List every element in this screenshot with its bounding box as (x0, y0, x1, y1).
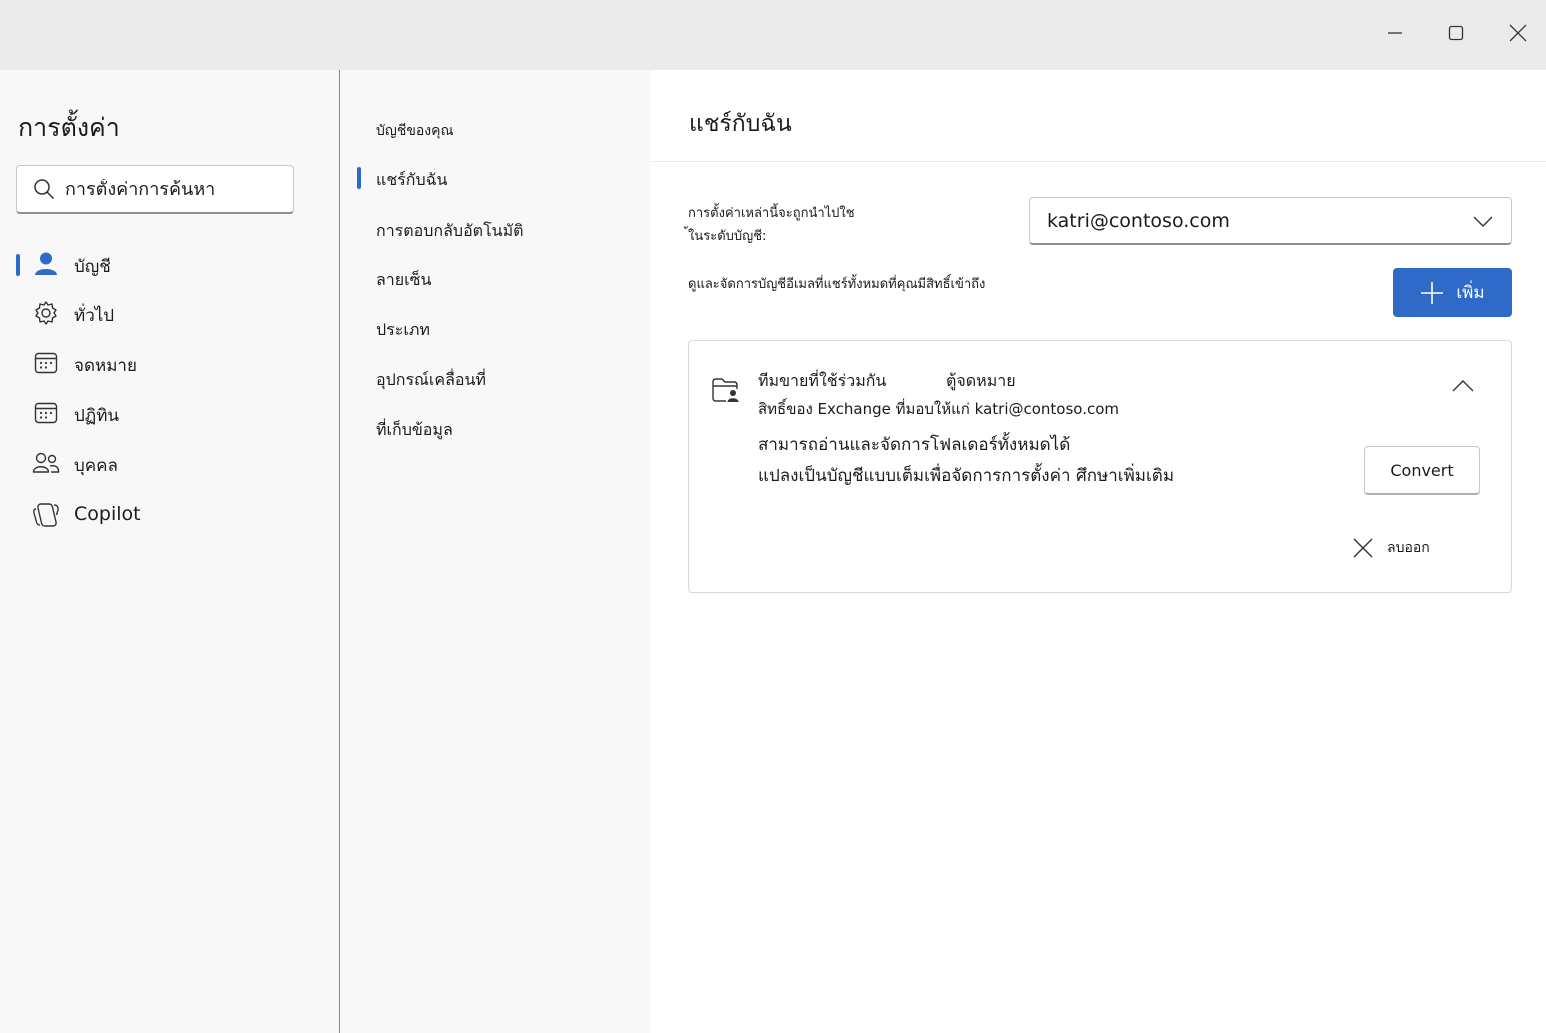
maximize-icon (1448, 25, 1464, 41)
chevron-down-icon (1473, 216, 1493, 227)
settings-title: การตั้งค่า (18, 113, 120, 142)
shared-mailbox-card: ทีมขายที่ใช้ร่วมกัน ตู้จดหมาย สิทธิ์ของ … (688, 340, 1512, 593)
person-icon (32, 250, 60, 278)
mailbox-name: ทีมขายที่ใช้ร่วมกัน (758, 371, 887, 390)
sidebar-item-label: ทั่วไป (74, 306, 115, 326)
subnav-item-mobile-devices[interactable]: อุปกรณ์เคลื่อนที่ (357, 361, 637, 397)
close-icon (1509, 24, 1527, 42)
subnav-item-label: อุปกรณ์เคลื่อนที่ (376, 370, 486, 389)
selected-indicator (16, 254, 20, 276)
close-window-button[interactable] (1487, 0, 1546, 66)
sidebar-item-label: ปฏิทิน (74, 406, 120, 426)
calendar-icon (32, 399, 60, 427)
account-subnav: บัญชีของคุณ แชร์กับฉัน การตอบกลับอัตโนมั… (341, 70, 650, 1033)
mailbox-type: ตู้จดหมาย (946, 371, 1016, 390)
subnav-item-label: ลายเซ็น (376, 270, 432, 289)
permission-info: สิทธิ์ของ Exchange ที่มอบให้แก่ katri@co… (758, 400, 1120, 418)
selected-indicator (357, 167, 361, 189)
chevron-up-icon[interactable] (1452, 379, 1474, 393)
access-description: สามารถอ่านและจัดการโฟลเดอร์ทั้งหมดได้ (758, 435, 1071, 455)
subnav-item-label: บัญชีของคุณ (376, 123, 454, 139)
sidebar-item-label: จดหมาย (74, 356, 137, 376)
sidebar-item-label: Copilot (74, 503, 141, 525)
people-icon (32, 449, 60, 477)
sidebar-item-copilot[interactable]: Copilot (16, 494, 316, 536)
learn-more-link[interactable]: ศึกษาเพิ่มเติม (1076, 466, 1174, 486)
minimize-button[interactable] (1364, 0, 1426, 66)
sidebar-item-general[interactable]: ทั่วไป (16, 292, 316, 334)
subnav-item-storage[interactable]: ที่เก็บข้อมูล (357, 411, 637, 447)
remove-button[interactable]: ลบออก (1353, 534, 1430, 562)
settings-sidebar: การตั้งค่า บัญชี ทั่วไป จดหมาย ปฏิทิน บุ… (0, 70, 340, 1033)
subnav-item-label: การตอบกลับอัตโนมัติ (376, 221, 524, 240)
sidebar-item-people[interactable]: บุคคล (16, 442, 316, 484)
sidebar-item-label: บุคคล (74, 456, 118, 476)
account-dropdown[interactable]: katri@contoso.com (1029, 197, 1512, 245)
search-input[interactable] (65, 178, 265, 200)
subnav-item-label: ที่เก็บข้อมูล (376, 420, 453, 439)
plus-icon (1421, 281, 1444, 304)
sidebar-item-label: บัญชี (74, 257, 111, 277)
subnav-item-categories[interactable]: ประเภท (357, 311, 637, 347)
remove-button-label: ลบออก (1387, 540, 1430, 556)
mail-icon (32, 349, 60, 377)
subnav-item-signatures[interactable]: ลายเซ็น (357, 261, 637, 297)
sidebar-item-calendar[interactable]: ปฏิทิน (16, 392, 316, 434)
add-button-label: เพิ่ม (1456, 283, 1485, 303)
apply-scope-note: การตั้งค่าเหล่านี้จะถูกนำไปใช ้ในระดับบั… (688, 202, 908, 248)
manage-shared-description: ดูและจัดการบัญชีอีเมลที่แชร์ทั้งหมดที่คุ… (688, 277, 986, 292)
minimize-icon (1388, 32, 1402, 34)
page-header: แชร์กับฉัน (651, 70, 1546, 162)
subnav-item-your-account[interactable]: บัญชีของคุณ (357, 113, 637, 149)
settings-search-box[interactable] (16, 165, 294, 214)
subnav-item-automatic-replies[interactable]: การตอบกลับอัตโนมัติ (357, 212, 637, 248)
gear-icon (32, 299, 60, 327)
subnav-item-shared-with-me[interactable]: แชร์กับฉัน (357, 161, 637, 197)
subnav-item-label: ประเภท (376, 320, 430, 339)
sidebar-item-mail[interactable]: จดหมาย (16, 342, 316, 384)
close-icon (1353, 538, 1373, 558)
apply-note-line-2: ้ในระดับบัญชี: (688, 229, 767, 244)
search-icon (34, 179, 55, 200)
subnav-item-label: แชร์กับฉัน (376, 170, 448, 189)
convert-button[interactable]: Convert (1364, 446, 1480, 495)
page-title: แชร์กับฉัน (689, 111, 792, 137)
maximize-button[interactable] (1425, 0, 1487, 66)
copilot-icon (32, 501, 60, 529)
sidebar-item-account[interactable]: บัญชี (16, 243, 316, 285)
apply-note-line-1: การตั้งค่าเหล่านี้จะถูกนำไปใช (688, 206, 855, 221)
convert-description: แปลงเป็นบัญชีแบบเต็มเพื่อจัดการการตั้งค่… (758, 462, 1174, 489)
title-bar (0, 0, 1546, 70)
main-content: แชร์กับฉัน การตั้งค่าเหล่านี้จะถูกนำไปใช… (651, 70, 1546, 1033)
convert-text: แปลงเป็นบัญชีแบบเต็มเพื่อจัดการการตั้งค่… (758, 466, 1071, 486)
add-button[interactable]: เพิ่ม (1393, 268, 1512, 317)
shared-folder-icon (712, 378, 739, 402)
account-dropdown-value: katri@contoso.com (1047, 209, 1230, 232)
